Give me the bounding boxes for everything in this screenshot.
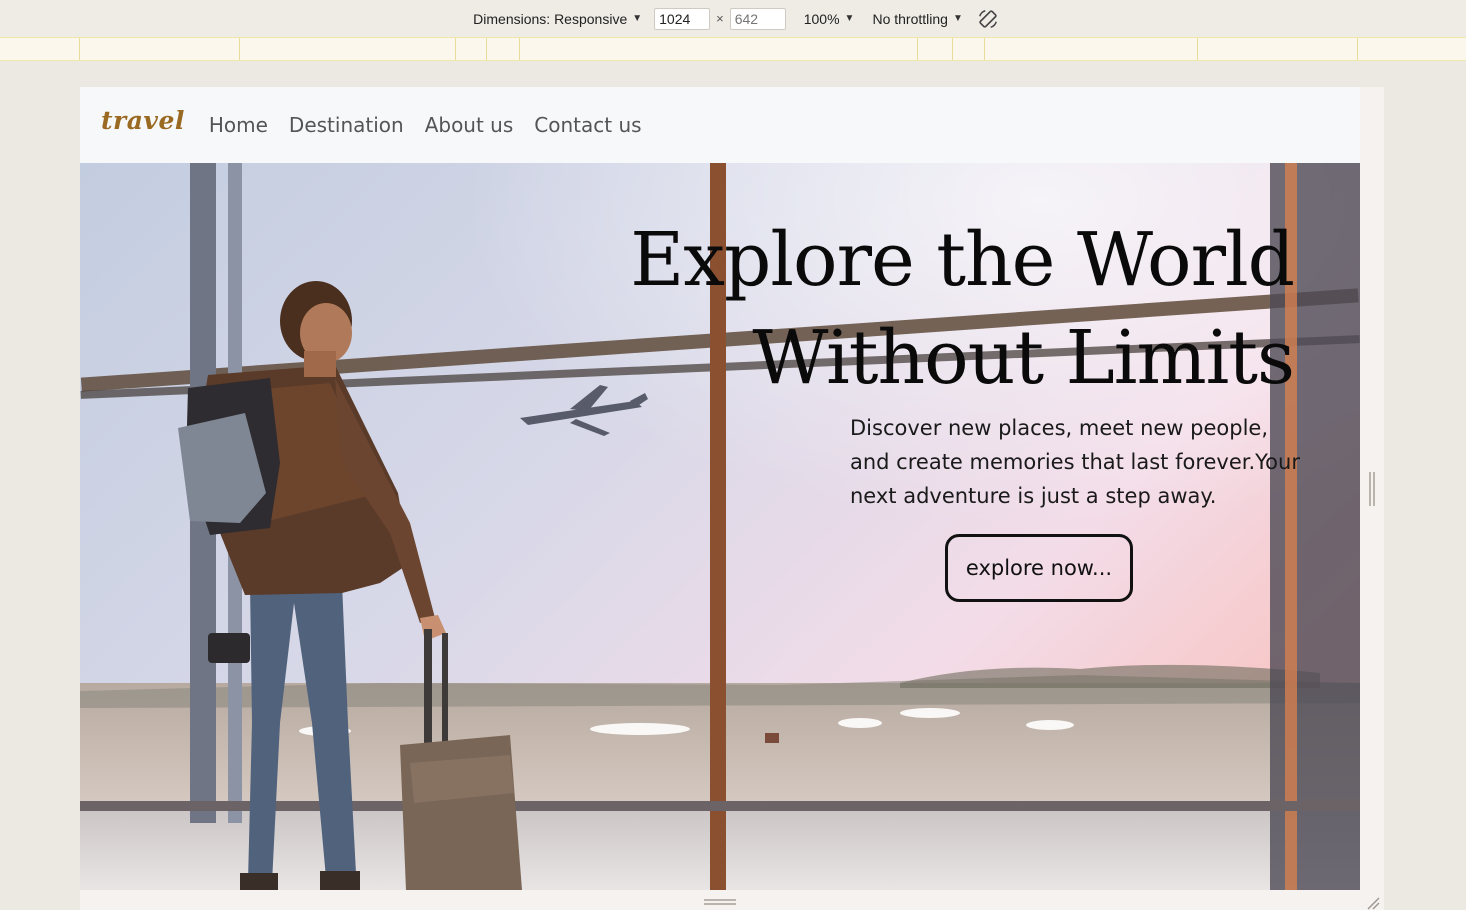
resize-handle-icon[interactable]: [1364, 894, 1380, 910]
nav-link-home[interactable]: Home: [209, 113, 268, 137]
times-separator: ×: [716, 11, 724, 26]
brand-logo[interactable]: travel: [101, 106, 185, 135]
nav-link-contact[interactable]: Contact us: [534, 113, 641, 137]
zoom-dropdown[interactable]: 100% ▼: [804, 11, 855, 27]
media-query-ruler[interactable]: [0, 37, 1466, 61]
caret-down-icon: ▼: [952, 13, 963, 24]
devtools-device-toolbar: Dimensions: Responsive ▼ × 100% ▼ No thr…: [0, 0, 1466, 37]
nav-links: Home Destination About us Contact us: [197, 113, 651, 137]
hero-headline: Explore the World Without Limits: [534, 211, 1295, 407]
explore-now-button[interactable]: explore now...: [945, 534, 1133, 602]
site-navbar: travel Home Destination About us Contact…: [80, 87, 1360, 163]
caret-down-icon: ▼: [844, 13, 855, 24]
hero-section: Explore the World Without Limits Discove…: [80, 163, 1360, 890]
zoom-label: 100%: [803, 10, 840, 27]
nav-link-about[interactable]: About us: [425, 113, 514, 137]
resize-handle-icon[interactable]: [704, 899, 736, 905]
hero-headline-line-2: Without Limits: [752, 315, 1295, 401]
nav-link-destination[interactable]: Destination: [289, 113, 404, 137]
throttling-label: No throttling: [872, 10, 948, 27]
hero-headline-line-1: Explore the World: [630, 217, 1295, 303]
dimensions-dropdown[interactable]: Dimensions: Responsive ▼: [473, 11, 642, 27]
viewport-width-input[interactable]: [654, 7, 711, 30]
throttling-dropdown[interactable]: No throttling ▼: [872, 11, 962, 27]
caret-down-icon: ▼: [632, 13, 643, 24]
viewport-height-input[interactable]: [729, 7, 786, 30]
dimensions-label: Dimensions: Responsive: [473, 10, 628, 27]
hero-subtext: Discover new places, meet new people, an…: [850, 416, 1300, 508]
resize-handle-icon[interactable]: [1369, 472, 1375, 506]
rotate-icon[interactable]: [977, 8, 999, 30]
